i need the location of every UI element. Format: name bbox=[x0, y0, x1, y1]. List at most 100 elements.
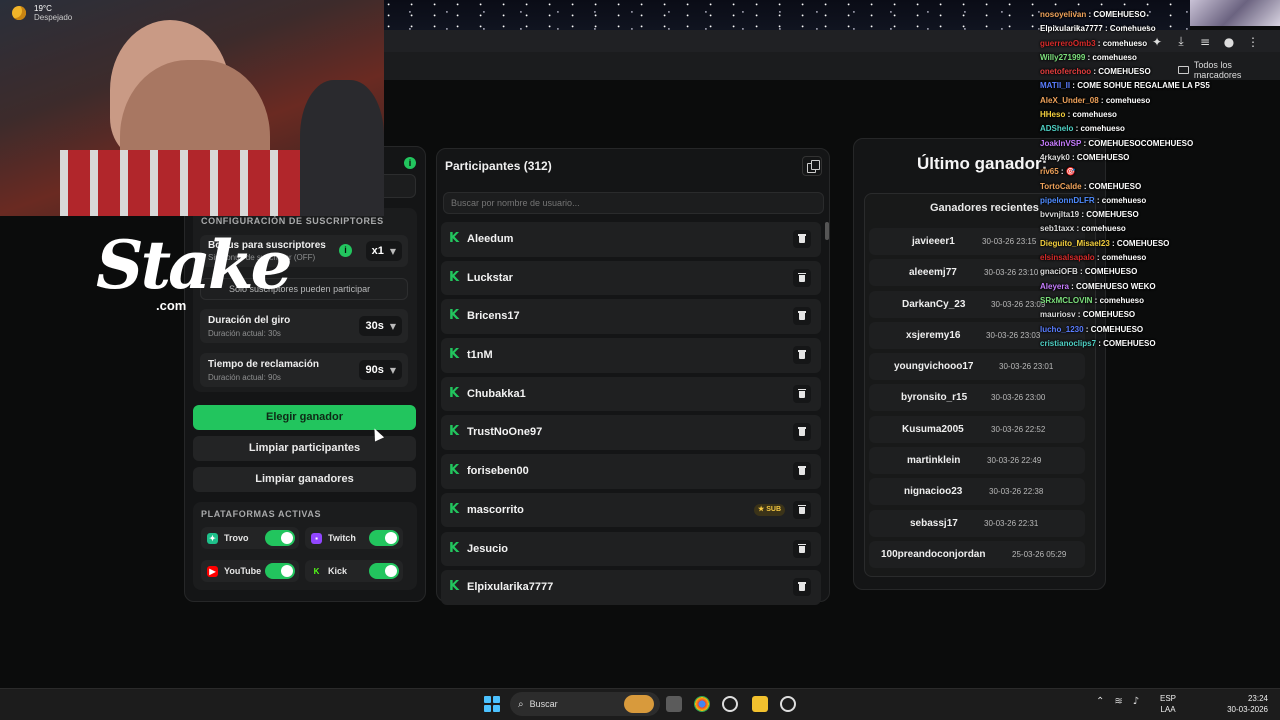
participant-name: TrustNoOne97 bbox=[467, 426, 543, 439]
info-icon[interactable]: i bbox=[404, 157, 416, 169]
participant-name: Elpixularika7777 bbox=[467, 581, 554, 594]
trash-icon[interactable] bbox=[793, 346, 811, 365]
chat-text: comehueso bbox=[1101, 253, 1147, 263]
chat-message: HHeso : comehueso bbox=[1040, 110, 1117, 120]
claim-time-row: Tiempo de reclamación Duración actual: 9… bbox=[200, 353, 408, 387]
chat-username: SRxMCLOVIN bbox=[1040, 295, 1093, 305]
winner-name: Kusuma2005 bbox=[902, 423, 964, 435]
trash-icon[interactable] bbox=[793, 500, 811, 519]
twitch-toggle[interactable] bbox=[369, 530, 399, 546]
trash-icon[interactable] bbox=[793, 307, 811, 326]
claim-sub: Duración actual: 90s bbox=[208, 373, 281, 382]
chrome-icon[interactable] bbox=[694, 696, 710, 712]
pick-winner-button[interactable]: Elegir ganador bbox=[193, 405, 416, 430]
trash-icon[interactable] bbox=[793, 423, 811, 442]
chat-username: Aleyera bbox=[1040, 281, 1069, 291]
clear-participants-button[interactable]: Limpiar participantes bbox=[193, 436, 416, 461]
winner-date: 30-03-26 23:01 bbox=[999, 362, 1054, 372]
participants-scrollbar[interactable] bbox=[825, 222, 829, 240]
winner-row: sebassj17 30-03-26 22:31 bbox=[869, 509, 1085, 537]
chat-text: COMEHUESO bbox=[1116, 238, 1170, 248]
clock[interactable]: 23:24 30-03-2026 bbox=[1222, 693, 1268, 715]
participant-row[interactable]: K Elpixularika7777 bbox=[441, 570, 821, 605]
participant-row[interactable]: K Chubakka1 bbox=[441, 376, 821, 412]
chat-message: cristianoclips7 : COMEHUESO bbox=[1040, 338, 1156, 348]
participant-row[interactable]: K Jesucio bbox=[441, 531, 821, 567]
winner-date: 30-03-26 22:49 bbox=[987, 456, 1042, 466]
weather-widget[interactable]: 19°C Despejado bbox=[12, 4, 72, 22]
kick-icon: K bbox=[449, 501, 460, 517]
participant-name: t1nM bbox=[467, 349, 493, 362]
winner-date: 30-03-26 23:15 bbox=[982, 237, 1037, 246]
chat-text: COMEHUESO bbox=[1088, 181, 1142, 191]
platform-kick: K Kick bbox=[305, 560, 403, 582]
chat-message: Aleyera : COMEHUESO WEKO bbox=[1040, 281, 1156, 291]
chat-text: comehueso bbox=[1092, 52, 1137, 62]
chat-username: elsinsalsapalo bbox=[1040, 253, 1095, 263]
trovo-toggle[interactable] bbox=[265, 530, 295, 546]
microphone-icon[interactable]: ♪ bbox=[1133, 696, 1139, 707]
spin-select[interactable]: 30s ▼ bbox=[359, 316, 402, 336]
network-icon[interactable]: ≋ bbox=[1114, 696, 1122, 707]
chat-text: COMEHUESO bbox=[1076, 152, 1130, 162]
settings-input[interactable] bbox=[384, 174, 416, 198]
claim-select[interactable]: 90s ▼ bbox=[359, 360, 402, 380]
chat-message: Elpixularika7777 : Comehueso bbox=[1040, 24, 1156, 34]
trash-icon[interactable] bbox=[793, 268, 811, 287]
bonus-info-icon[interactable]: i bbox=[339, 244, 352, 257]
trash-icon[interactable] bbox=[793, 578, 811, 597]
youtube-toggle[interactable] bbox=[265, 563, 295, 579]
chat-message: 4rkayk0 : COMEHUESO bbox=[1040, 152, 1130, 162]
participant-row[interactable]: K Aleedum bbox=[441, 222, 821, 257]
winner-row: nignacioo23 30-03-26 22:38 bbox=[869, 478, 1085, 506]
media-player-icon[interactable] bbox=[780, 696, 796, 712]
kick-icon: K bbox=[449, 463, 460, 479]
bonus-select[interactable]: x1 ▼ bbox=[365, 241, 402, 261]
chevron-up-icon[interactable]: ⌃ bbox=[1096, 696, 1104, 707]
task-view-icon[interactable] bbox=[666, 696, 682, 712]
trash-icon[interactable] bbox=[793, 539, 811, 558]
participant-search-input[interactable] bbox=[443, 192, 824, 214]
participant-row[interactable]: K TrustNoOne97 bbox=[441, 415, 821, 451]
copy-icon[interactable] bbox=[802, 156, 822, 176]
kick-toggle[interactable] bbox=[369, 563, 399, 579]
kick-icon: K bbox=[449, 347, 460, 363]
trash-icon[interactable] bbox=[793, 230, 811, 248]
chat-username: ADShelo bbox=[1040, 124, 1074, 134]
participant-row[interactable]: K mascorrito ★ SUB bbox=[441, 492, 821, 528]
chat-username: mauriosv bbox=[1040, 310, 1076, 320]
winner-date: 30-03-26 22:52 bbox=[991, 424, 1046, 434]
trash-icon[interactable] bbox=[793, 462, 811, 481]
participant-row[interactable]: K Luckstar bbox=[441, 260, 821, 296]
obs-icon[interactable] bbox=[722, 696, 738, 712]
chat-username: 4rkayk0 bbox=[1040, 152, 1070, 162]
winner-date: 30-03-26 23:10 bbox=[984, 268, 1039, 278]
folder-icon[interactable] bbox=[752, 696, 768, 712]
search-highlight-icon bbox=[624, 695, 654, 713]
trash-icon[interactable] bbox=[793, 384, 811, 403]
participant-name: mascorrito bbox=[467, 503, 524, 516]
participant-row[interactable]: K t1nM bbox=[441, 338, 821, 373]
winner-date: 30-03-26 23:03 bbox=[986, 330, 1041, 340]
chat-text: COMEHUESO bbox=[1082, 310, 1136, 320]
chat-text: 🎯 bbox=[1065, 167, 1076, 177]
winner-name: xsjeremy16 bbox=[906, 329, 961, 341]
chat-message: Dieguito_Misael23 : COMEHUESO bbox=[1040, 238, 1170, 248]
participant-row[interactable]: K Bricens17 bbox=[441, 299, 821, 334]
kick-icon: K bbox=[313, 566, 320, 576]
claim-label: Tiempo de reclamación bbox=[208, 359, 319, 370]
chat-message: nosoyelivan : COMEHUESO bbox=[1040, 10, 1146, 19]
chat-text: Comehueso bbox=[1109, 24, 1156, 34]
chat-username: cristianoclips7 bbox=[1040, 338, 1097, 348]
chat-text: COMEHUESO bbox=[1093, 10, 1146, 19]
language-indicator[interactable]: ESP LAA bbox=[1160, 693, 1176, 715]
winner-name: martinklein bbox=[907, 455, 961, 467]
chat-username: seb1taxx bbox=[1040, 224, 1075, 234]
platforms-section-title: PLATAFORMAS ACTIVAS bbox=[201, 509, 322, 519]
sub-badge: ★ SUB bbox=[753, 503, 785, 516]
start-icon[interactable] bbox=[484, 696, 500, 712]
taskbar-search[interactable]: ⌕ Buscar bbox=[510, 692, 660, 716]
clear-winners-button[interactable]: Limpiar ganadores bbox=[193, 467, 416, 492]
kick-icon: K bbox=[449, 540, 460, 556]
participant-row[interactable]: K foriseben00 bbox=[441, 454, 821, 489]
